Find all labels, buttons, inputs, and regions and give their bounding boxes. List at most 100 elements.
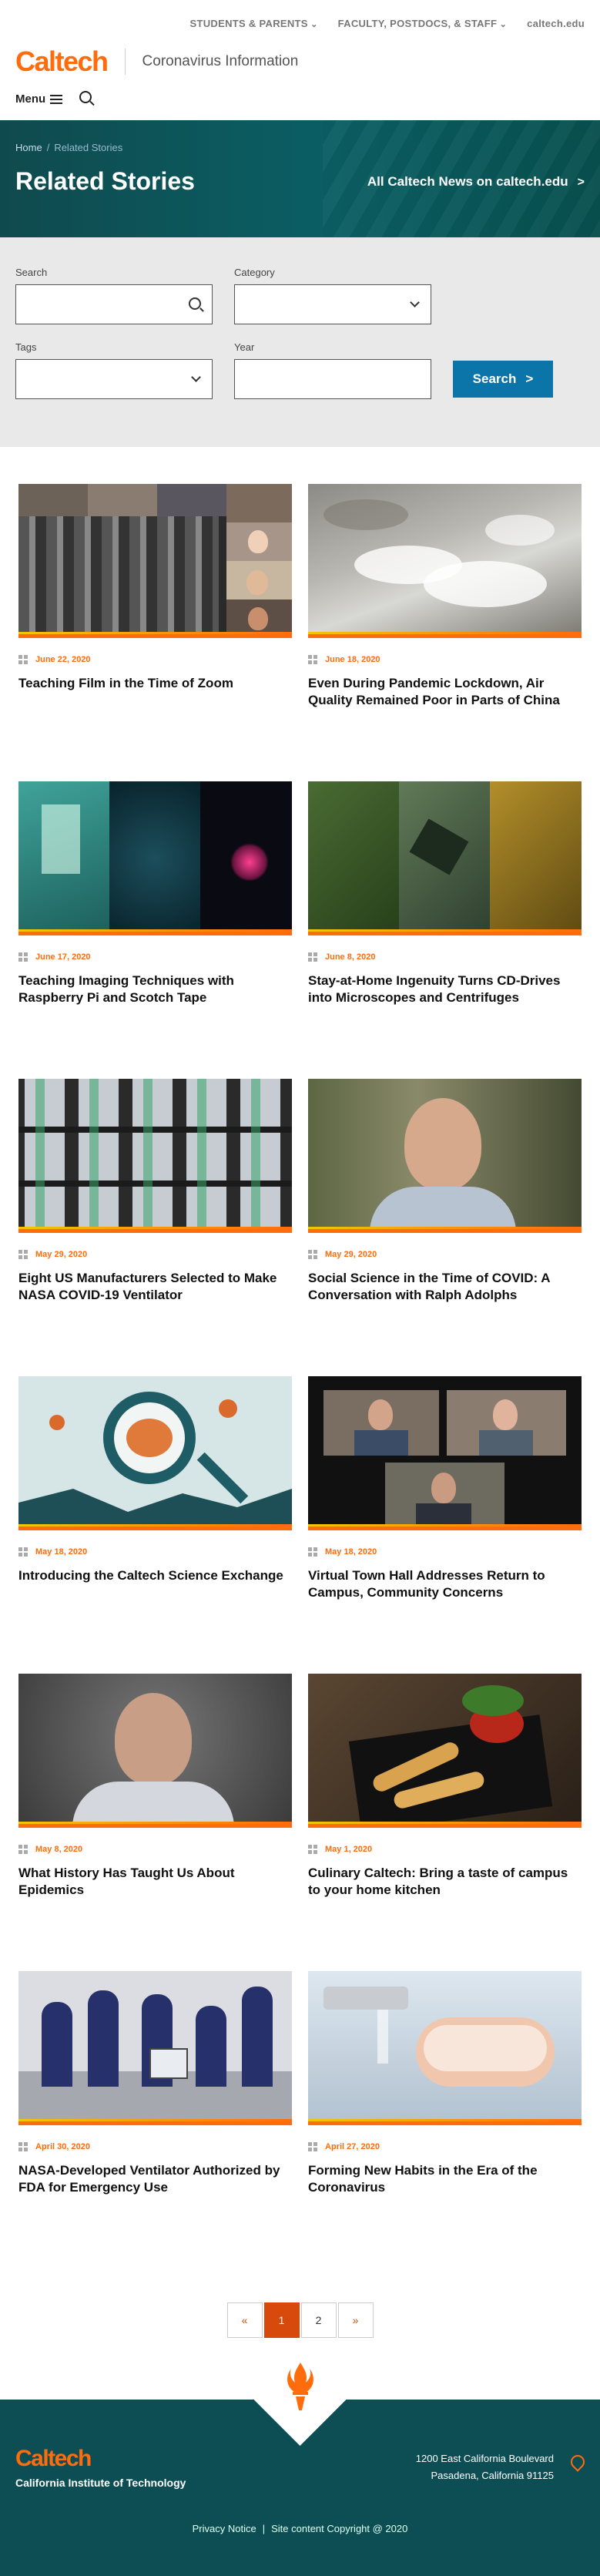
story-title[interactable]: What History Has Taught Us About Epidemi… [18,1865,292,1899]
tags-select[interactable] [15,359,213,399]
news-icon [308,1250,317,1259]
map-pin-icon[interactable] [568,2452,588,2472]
header-divider [124,49,126,75]
story-title[interactable]: Stay-at-Home Ingenuity Turns CD-Drives i… [308,972,582,1006]
story-title[interactable]: Virtual Town Hall Addresses Return to Ca… [308,1567,582,1601]
pagination-next[interactable]: » [337,2302,374,2338]
story-date: June 22, 2020 [35,655,91,664]
story-date: May 18, 2020 [325,1547,377,1557]
chevron-down-icon [191,372,201,382]
story-card[interactable]: April 27, 2020 Forming New Habits in the… [308,1971,582,2269]
pagination-page-2[interactable]: 2 [300,2302,337,2338]
chevron-right-icon: > [577,175,585,189]
news-icon [308,1547,317,1557]
menu-button[interactable]: Menu [15,92,63,106]
news-icon [308,2142,317,2151]
story-title[interactable]: Culinary Caltech: Bring a taste of campu… [308,1865,582,1899]
site-title[interactable]: Coronavirus Information [142,53,299,70]
story-date: June 8, 2020 [325,952,376,962]
privacy-notice-link[interactable]: Privacy Notice [193,2523,256,2534]
story-thumbnail-film-zoom[interactable] [18,484,292,638]
utility-link-students-parents[interactable]: STUDENTS & PARENTS [190,18,318,29]
story-card[interactable]: April 30, 2020 NASA-Developed Ventilator… [18,1971,292,2269]
filter-panel: Search Category Tags Year Search > [0,237,600,447]
news-icon [18,1845,28,1854]
story-date: May 1, 2020 [325,1845,373,1854]
story-title[interactable]: Introducing the Caltech Science Exchange [18,1567,292,1584]
news-icon [308,952,317,962]
story-card[interactable]: May 29, 2020 Eight US Manufacturers Sele… [18,1079,292,1376]
pagination: « 1 2 » [0,2302,600,2338]
story-card[interactable]: May 1, 2020 Culinary Caltech: Bring a ta… [308,1674,582,1971]
news-icon [18,655,28,664]
hero-banner: Home / Related Stories Related Stories All… [0,120,600,237]
utility-link-caltech-edu[interactable]: caltech.edu [527,18,585,29]
search-input[interactable] [16,285,212,324]
story-title[interactable]: NASA-Developed Ventilator Authorized by … [18,2162,292,2196]
all-news-label: All Caltech News on caltech.edu [367,173,568,189]
story-date: April 27, 2020 [325,2142,380,2151]
story-thumbnail-raspberry-pi[interactable] [18,781,292,935]
story-thumbnail-nasa-ventilator[interactable] [18,1971,292,2125]
copyright-link[interactable]: Site content Copyright @ 2020 [271,2523,407,2534]
category-select[interactable] [234,284,431,324]
story-grid: June 22, 2020 Teaching Film in the Time … [0,447,600,2269]
search-submit-button[interactable]: Search > [453,361,553,398]
story-title[interactable]: Eight US Manufacturers Selected to Make … [18,1270,292,1304]
search-label: Search [15,267,48,278]
footer-separator: | [262,2523,266,2534]
story-card[interactable]: May 18, 2020 Introducing the Caltech Sci… [18,1376,292,1674]
story-date: June 18, 2020 [325,655,380,664]
year-field-wrapper [234,359,431,399]
search-icon[interactable] [189,297,201,310]
story-card[interactable]: June 8, 2020 Stay-at-Home Ingenuity Turn… [308,781,582,1079]
story-thumbnail-ventilators[interactable] [18,1079,292,1233]
footer-legal: Privacy Notice | Site content Copyright @ … [0,2523,600,2534]
story-card[interactable]: May 29, 2020 Social Science in the Time … [308,1079,582,1376]
story-thumbnail-culinary-caltech[interactable] [308,1674,582,1828]
story-date: May 8, 2020 [35,1845,83,1854]
story-title[interactable]: Forming New Habits in the Era of the Cor… [308,2162,582,2196]
news-icon [18,952,28,962]
story-thumbnail-china-air-quality[interactable] [308,484,582,638]
breadcrumb-home[interactable]: Home [15,142,42,153]
menu-bar: Menu [0,77,600,120]
all-news-link[interactable]: All Caltech News on caltech.edu > [367,174,585,190]
utility-nav: STUDENTS & PARENTS FACULTY, POSTDOCS, & … [0,0,600,46]
story-card[interactable]: May 8, 2020 What History Has Taught Us A… [18,1674,292,1971]
pagination-page-1[interactable]: 1 [263,2302,300,2338]
story-title[interactable]: Even During Pandemic Lockdown, Air Quali… [308,675,582,709]
story-card[interactable]: May 18, 2020 Virtual Town Hall Addresses… [308,1376,582,1674]
pagination-prev[interactable]: « [226,2302,263,2338]
chevron-down-icon [410,297,420,307]
story-card[interactable]: June 17, 2020 Teaching Imaging Technique… [18,781,292,1079]
year-input[interactable] [235,360,431,398]
chevron-right-icon: > [525,371,534,386]
story-thumbnail-virtual-town-hall[interactable] [308,1376,582,1530]
category-label: Category [234,267,275,278]
story-title[interactable]: Teaching Imaging Techniques with Raspber… [18,972,292,1006]
news-icon [18,1250,28,1259]
address-line-1: 1200 East California Boulevard [415,2453,554,2464]
caltech-logo[interactable]: Caltech [15,45,109,78]
footer-institute-name: California Institute of Technology [15,2477,186,2489]
story-date: June 17, 2020 [35,952,91,962]
breadcrumb: Home / Related Stories [15,142,585,153]
story-thumbnail-hand-washing[interactable] [308,1971,582,2125]
header-search-button[interactable] [79,91,92,106]
footer-logo[interactable]: Caltech [15,2446,186,2472]
story-title[interactable]: Social Science in the Time of COVID: A C… [308,1270,582,1304]
story-card[interactable]: June 18, 2020 Even During Pandemic Lockd… [308,484,582,781]
search-icon [79,91,92,103]
search-submit-label: Search [472,371,517,386]
story-title[interactable]: Teaching Film in the Time of Zoom [18,675,292,692]
story-thumbnail-history-epidemics[interactable] [18,1674,292,1828]
story-thumbnail-ralph-adolphs[interactable] [308,1079,582,1233]
utility-link-faculty-staff[interactable]: FACULTY, POSTDOCS, & STAFF [338,18,508,29]
story-thumbnail-science-exchange[interactable] [18,1376,292,1530]
story-thumbnail-cd-drive-microscope[interactable] [308,781,582,935]
story-date: May 29, 2020 [325,1250,377,1259]
story-date: May 18, 2020 [35,1547,88,1557]
search-field-wrapper [15,284,213,324]
story-card[interactable]: June 22, 2020 Teaching Film in the Time … [18,484,292,781]
